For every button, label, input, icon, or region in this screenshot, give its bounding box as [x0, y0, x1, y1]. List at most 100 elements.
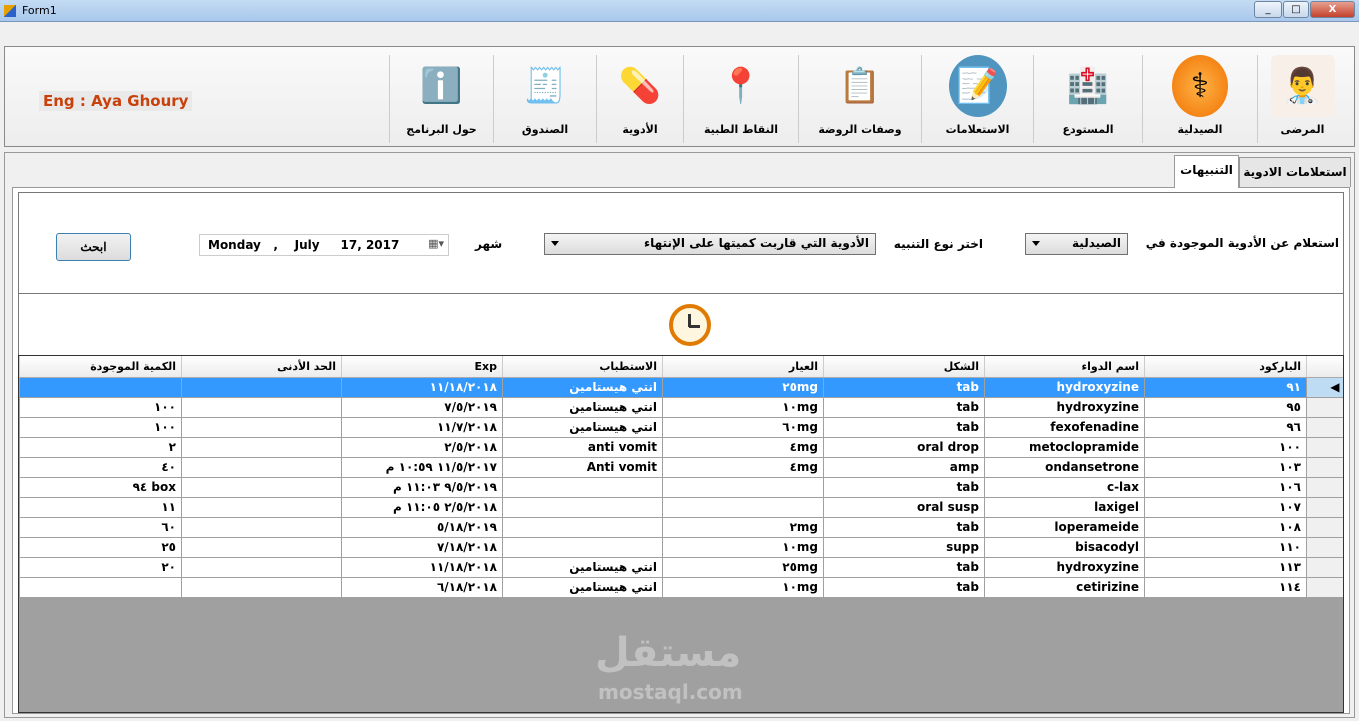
- table-cell[interactable]: [19, 377, 182, 398]
- table-row[interactable]: ١٠٣ ondansetrone amp ٤mg Anti vomit ١١/٥/٢٠١٧…: [19, 457, 1343, 478]
- table-cell[interactable]: ١٠mg: [662, 537, 824, 558]
- tab-medicine-queries[interactable]: استعلامات الادوية: [1239, 157, 1351, 187]
- table-cell[interactable]: tab: [823, 577, 985, 598]
- table-row[interactable]: ١٠٦ c-lax tab ٩/٥/٢٠١٩ ١١:٠٣ م box ٩٤: [19, 477, 1343, 498]
- table-cell[interactable]: ٢٠: [19, 557, 182, 578]
- table-cell[interactable]: fexofenadine: [984, 417, 1145, 438]
- row-header[interactable]: [1306, 557, 1343, 578]
- table-cell[interactable]: ١٠٨: [1144, 517, 1307, 538]
- table-row[interactable]: ◀ ٩١ hydroxyzine tab ٢٥mg انتي هيستامين ١١/١٨/…: [19, 377, 1343, 398]
- table-cell[interactable]: ١١/١٨/٢٠١٨: [341, 377, 503, 398]
- maximize-button[interactable]: □: [1283, 1, 1309, 18]
- table-cell[interactable]: [502, 497, 663, 518]
- table-cell[interactable]: anti vomit: [502, 437, 663, 458]
- table-cell[interactable]: انتي هيستامين: [502, 557, 663, 578]
- row-header[interactable]: [1306, 417, 1343, 438]
- table-cell[interactable]: ٧/١٨/٢٠١٨: [341, 537, 503, 558]
- table-cell[interactable]: ٧/٥/٢٠١٩: [341, 397, 503, 418]
- table-cell[interactable]: ١١٣: [1144, 557, 1307, 578]
- table-cell[interactable]: ١١/٥/٢٠١٧ ١٠:٥٩ م: [341, 457, 503, 478]
- table-row[interactable]: ٩٦ fexofenadine tab ٦٠mg انتي هيستامين ١١/٧/٢…: [19, 417, 1343, 438]
- table-cell[interactable]: [181, 437, 342, 458]
- date-picker[interactable]: Monday , July 17, 2017 ▦▾: [199, 234, 449, 256]
- table-cell[interactable]: ٤٠: [19, 457, 182, 478]
- row-header[interactable]: [1306, 497, 1343, 518]
- table-cell[interactable]: [181, 557, 342, 578]
- table-cell[interactable]: ١٠mg: [662, 577, 824, 598]
- table-cell[interactable]: ١٠٦: [1144, 477, 1307, 498]
- table-cell[interactable]: ١١/٧/٢٠١٨: [341, 417, 503, 438]
- table-cell[interactable]: انتي هيستامين: [502, 577, 663, 598]
- table-cell[interactable]: ١٠٠: [19, 417, 182, 438]
- table-cell[interactable]: ٤mg: [662, 437, 824, 458]
- toolbar-about[interactable]: ℹ️ حول البرنامج: [389, 55, 493, 143]
- table-cell[interactable]: tab: [823, 557, 985, 578]
- table-row[interactable]: ١١٣ hydroxyzine tab ٢٥mg انتي هيستامين ١١/١٨/…: [19, 557, 1343, 578]
- table-cell[interactable]: tab: [823, 397, 985, 418]
- table-cell[interactable]: ١١٤: [1144, 577, 1307, 598]
- table-cell[interactable]: loperameide: [984, 517, 1145, 538]
- table-cell[interactable]: ١١: [19, 497, 182, 518]
- close-button[interactable]: X: [1310, 1, 1355, 18]
- table-cell[interactable]: hydroxyzine: [984, 397, 1145, 418]
- table-cell[interactable]: [19, 577, 182, 598]
- table-cell[interactable]: [181, 537, 342, 558]
- row-header[interactable]: [1306, 537, 1343, 558]
- table-cell[interactable]: [181, 397, 342, 418]
- column-header[interactable]: الكمية الموجودة: [19, 356, 182, 378]
- table-cell[interactable]: [502, 517, 663, 538]
- toolbar-cashbox[interactable]: 🧾 الصندوق: [493, 55, 596, 143]
- table-cell[interactable]: ١٠٧: [1144, 497, 1307, 518]
- table-cell[interactable]: [662, 497, 824, 518]
- minimize-button[interactable]: _: [1254, 1, 1282, 18]
- table-cell[interactable]: ٩١: [1144, 377, 1307, 398]
- table-cell[interactable]: ٢mg: [662, 517, 824, 538]
- table-cell[interactable]: [181, 477, 342, 498]
- table-row[interactable]: ١١٠ bisacodyl supp ١٠mg ٧/١٨/٢٠١٨ ٢٥: [19, 537, 1343, 558]
- table-cell[interactable]: [181, 517, 342, 538]
- table-cell[interactable]: ٦/١٨/٢٠١٨: [341, 577, 503, 598]
- table-cell[interactable]: ٦٠: [19, 517, 182, 538]
- table-cell[interactable]: ١٠٠: [19, 397, 182, 418]
- table-cell[interactable]: cetirizine: [984, 577, 1145, 598]
- table-cell[interactable]: tab: [823, 477, 985, 498]
- table-cell[interactable]: ١١٠: [1144, 537, 1307, 558]
- table-cell[interactable]: laxigel: [984, 497, 1145, 518]
- table-row[interactable]: ١٠٧ laxigel oral susp ٢/٥/٢٠١٨ ١١:٠٥ م ١١: [19, 497, 1343, 518]
- table-cell[interactable]: [181, 377, 342, 398]
- table-cell[interactable]: [181, 577, 342, 598]
- tab-alerts[interactable]: التنبيهات: [1174, 155, 1239, 188]
- row-header[interactable]: [1306, 397, 1343, 418]
- table-cell[interactable]: tab: [823, 417, 985, 438]
- row-header[interactable]: [1306, 437, 1343, 458]
- table-cell[interactable]: ٢/٥/٢٠١٨ ١١:٠٥ م: [341, 497, 503, 518]
- table-cell[interactable]: ٥/١٨/٢٠١٩: [341, 517, 503, 538]
- table-cell[interactable]: ١٠٠: [1144, 437, 1307, 458]
- table-cell[interactable]: [181, 417, 342, 438]
- row-header[interactable]: [1306, 457, 1343, 478]
- table-cell[interactable]: amp: [823, 457, 985, 478]
- column-header[interactable]: الباركود: [1144, 356, 1307, 378]
- column-header[interactable]: الحد الأدنى: [181, 356, 342, 378]
- table-cell[interactable]: [181, 497, 342, 518]
- toolbar-patients[interactable]: 👨‍⚕️ المرضى: [1257, 55, 1347, 143]
- table-cell[interactable]: انتي هيستامين: [502, 397, 663, 418]
- table-cell[interactable]: [502, 537, 663, 558]
- toolbar-medicines[interactable]: 💊 الأدوية: [596, 55, 683, 143]
- table-cell[interactable]: hydroxyzine: [984, 377, 1145, 398]
- table-cell[interactable]: ٢: [19, 437, 182, 458]
- table-cell[interactable]: oral susp: [823, 497, 985, 518]
- table-cell[interactable]: ٩٦: [1144, 417, 1307, 438]
- search-button[interactable]: ابحث: [56, 233, 131, 261]
- table-cell[interactable]: bisacodyl: [984, 537, 1145, 558]
- column-header[interactable]: الشكل: [823, 356, 985, 378]
- location-select[interactable]: الصيدلية: [1025, 233, 1128, 255]
- table-cell[interactable]: انتي هيستامين: [502, 377, 663, 398]
- table-cell[interactable]: c-lax: [984, 477, 1145, 498]
- table-cell[interactable]: tab: [823, 377, 985, 398]
- table-cell[interactable]: box ٩٤: [19, 477, 182, 498]
- table-cell[interactable]: ١١/١٨/٢٠١٨: [341, 557, 503, 578]
- table-cell[interactable]: oral drop: [823, 437, 985, 458]
- table-cell[interactable]: ٢٥: [19, 537, 182, 558]
- table-cell[interactable]: ٢٥mg: [662, 557, 824, 578]
